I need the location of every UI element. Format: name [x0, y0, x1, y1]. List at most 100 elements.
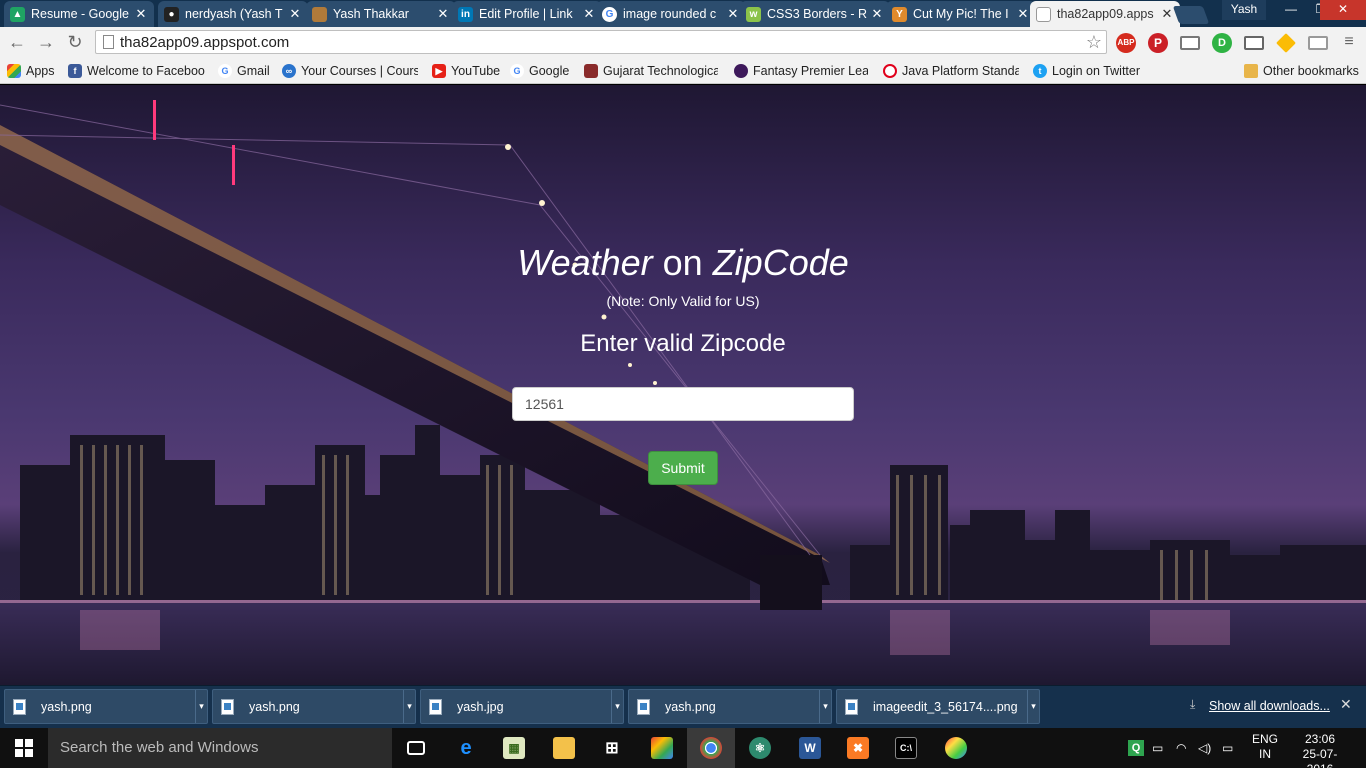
google-icon: G	[510, 64, 524, 78]
bookmark-fantasy-premier-league[interactable]: Fantasy Premier Leag	[734, 62, 868, 80]
bookmark-coursera[interactable]: ∞ Your Courses | Course	[282, 62, 418, 80]
download-item[interactable]: yash.jpg ▾	[420, 689, 624, 724]
tab-css3-borders[interactable]: w CSS3 Borders - R ✕	[740, 1, 890, 27]
xampp-icon[interactable]: ✖	[834, 728, 882, 768]
bookmark-gmail[interactable]: G Gmail	[218, 62, 272, 80]
input-language-indicator[interactable]: ENG IN	[1252, 732, 1278, 762]
github-icon: ●	[164, 6, 179, 22]
image-file-icon	[13, 699, 26, 715]
store-icon[interactable]: ⊞	[588, 728, 636, 768]
url-text[interactable]: tha82app09.appspot.com	[120, 34, 289, 51]
bookmark-gtu[interactable]: Gujarat Technological	[584, 62, 718, 80]
title-weather: Weather	[517, 242, 653, 283]
chevron-down-icon[interactable]: ▾	[1027, 690, 1039, 723]
bookmark-label: Other bookmarks	[1263, 64, 1359, 78]
download-item[interactable]: imageedit_3_56174....png ▾	[836, 689, 1040, 724]
chevron-down-icon[interactable]: ▾	[403, 690, 415, 723]
close-tab-icon[interactable]: ✕	[1160, 6, 1174, 22]
tab-resume[interactable]: ▲ Resume - Google ✕	[4, 1, 154, 27]
command-prompt-icon[interactable]: C:\	[882, 728, 930, 768]
adblock-plus-icon[interactable]: ABP	[1116, 33, 1136, 53]
bookmark-twitter[interactable]: t Login on Twitter	[1033, 62, 1145, 80]
close-shelf-icon[interactable]: ✕	[1340, 696, 1352, 713]
bookmark-google[interactable]: G Google	[510, 62, 574, 80]
bookmark-facebook[interactable]: f Welcome to Faceboo	[68, 62, 206, 80]
reload-icon[interactable]: ↻	[64, 32, 86, 54]
close-tab-icon[interactable]: ✕	[870, 6, 884, 22]
gmail-checker-icon[interactable]	[1244, 36, 1264, 50]
apps-grid-icon[interactable]	[638, 728, 686, 768]
wifi-icon[interactable]: ◠	[1176, 728, 1186, 768]
folder-icon	[1244, 64, 1258, 78]
word-icon[interactable]: W	[786, 728, 834, 768]
address-bar[interactable]: tha82app09.appspot.com ☆	[95, 30, 1107, 54]
close-tab-icon[interactable]: ✕	[288, 6, 302, 22]
paint-icon[interactable]	[932, 728, 980, 768]
atom-icon[interactable]: ⚛	[736, 728, 784, 768]
notification-icon[interactable]: ▭	[1222, 728, 1233, 768]
new-tab-button[interactable]	[1172, 6, 1210, 24]
system-clock[interactable]: 23:06 25-07-2016	[1290, 732, 1350, 768]
close-tab-icon[interactable]: ✕	[134, 6, 148, 22]
forward-icon[interactable]: →	[35, 32, 57, 54]
cast-icon[interactable]	[1180, 36, 1200, 50]
extension-icon[interactable]	[1308, 36, 1328, 50]
image-file-icon	[845, 699, 858, 715]
w3schools-icon: w	[746, 6, 761, 22]
submit-button[interactable]: Submit	[648, 451, 718, 485]
menu-icon[interactable]: ≡	[1338, 32, 1360, 54]
close-tab-icon[interactable]: ✕	[582, 6, 596, 22]
chrome-icon[interactable]	[687, 728, 735, 768]
tab-title: Resume - Google	[31, 7, 129, 21]
us-only-note: (Note: Only Valid for US)	[606, 293, 760, 309]
chevron-down-icon[interactable]: ▾	[195, 690, 207, 723]
download-item[interactable]: yash.png ▾	[628, 689, 832, 724]
zipcode-input[interactable]	[512, 387, 854, 421]
region-code: IN	[1259, 747, 1271, 761]
page-info-icon[interactable]	[103, 35, 114, 49]
zipcode-prompt: Enter valid Zipcode	[580, 330, 786, 357]
tab-title: Cut My Pic! The I	[913, 7, 1009, 21]
tab-github[interactable]: ● nerdyash (Yash T ✕	[158, 1, 308, 27]
show-all-downloads-link[interactable]: Show all downloads...	[1209, 699, 1330, 713]
bookmark-label: Gmail	[237, 64, 270, 78]
tab-active-appspot[interactable]: tha82app09.apps ✕	[1030, 1, 1180, 27]
task-view-icon[interactable]	[392, 728, 440, 768]
edge-icon[interactable]: e	[442, 728, 490, 768]
chevron-down-icon[interactable]: ▾	[819, 690, 831, 723]
bookmarks-bar: Apps f Welcome to Faceboo G Gmail ∞ Your…	[0, 58, 1366, 84]
dashlane-icon[interactable]: D	[1212, 33, 1232, 53]
windows-start-icon[interactable]	[0, 728, 48, 768]
title-on: on	[652, 242, 713, 283]
tab-linkedin[interactable]: in Edit Profile | Link ✕	[452, 1, 602, 27]
tab-cut-my-pic[interactable]: Y Cut My Pic! The I ✕	[886, 1, 1036, 27]
chevron-down-icon[interactable]: ▾	[611, 690, 623, 723]
download-item[interactable]: yash.png ▾	[4, 689, 208, 724]
bookmark-apps[interactable]: Apps	[7, 62, 59, 80]
twitter-icon: t	[1033, 64, 1047, 78]
tab-title: Yash Thakkar	[333, 7, 409, 21]
tab-yash-thakkar[interactable]: Yash Thakkar ✕	[306, 1, 456, 27]
bookmark-star-icon[interactable]: ☆	[1086, 32, 1102, 53]
tab-image-rounded[interactable]: G image rounded c ✕	[596, 1, 746, 27]
google-drive-icon[interactable]	[1276, 33, 1296, 53]
close-tab-icon[interactable]: ✕	[1016, 6, 1030, 22]
download-item[interactable]: yash.png ▾	[212, 689, 416, 724]
other-bookmarks[interactable]: Other bookmarks	[1244, 62, 1362, 80]
bookmark-java-platform[interactable]: Java Platform Standar	[883, 62, 1019, 80]
q-app-tray-icon[interactable]: Q	[1128, 728, 1144, 768]
profile-button[interactable]: Yash	[1222, 0, 1266, 20]
close-tab-icon[interactable]: ✕	[726, 6, 740, 22]
close-tab-icon[interactable]: ✕	[436, 6, 450, 22]
minimize-icon[interactable]: —	[1276, 0, 1306, 20]
bookmark-youtube[interactable]: ▶ YouTube	[432, 62, 502, 80]
battery-icon[interactable]: ▭	[1152, 728, 1163, 768]
title-zipcode: ZipCode	[712, 242, 849, 283]
pinterest-icon[interactable]: P	[1148, 33, 1168, 53]
volume-icon[interactable]: ◁)	[1198, 728, 1211, 768]
file-explorer-icon[interactable]	[540, 728, 588, 768]
window-close-icon[interactable]: ✕	[1320, 0, 1366, 20]
taskbar-search-box[interactable]: Search the web and Windows	[48, 728, 392, 768]
excel-like-app-icon[interactable]: ▦	[490, 728, 538, 768]
back-icon[interactable]: ←	[6, 32, 28, 54]
